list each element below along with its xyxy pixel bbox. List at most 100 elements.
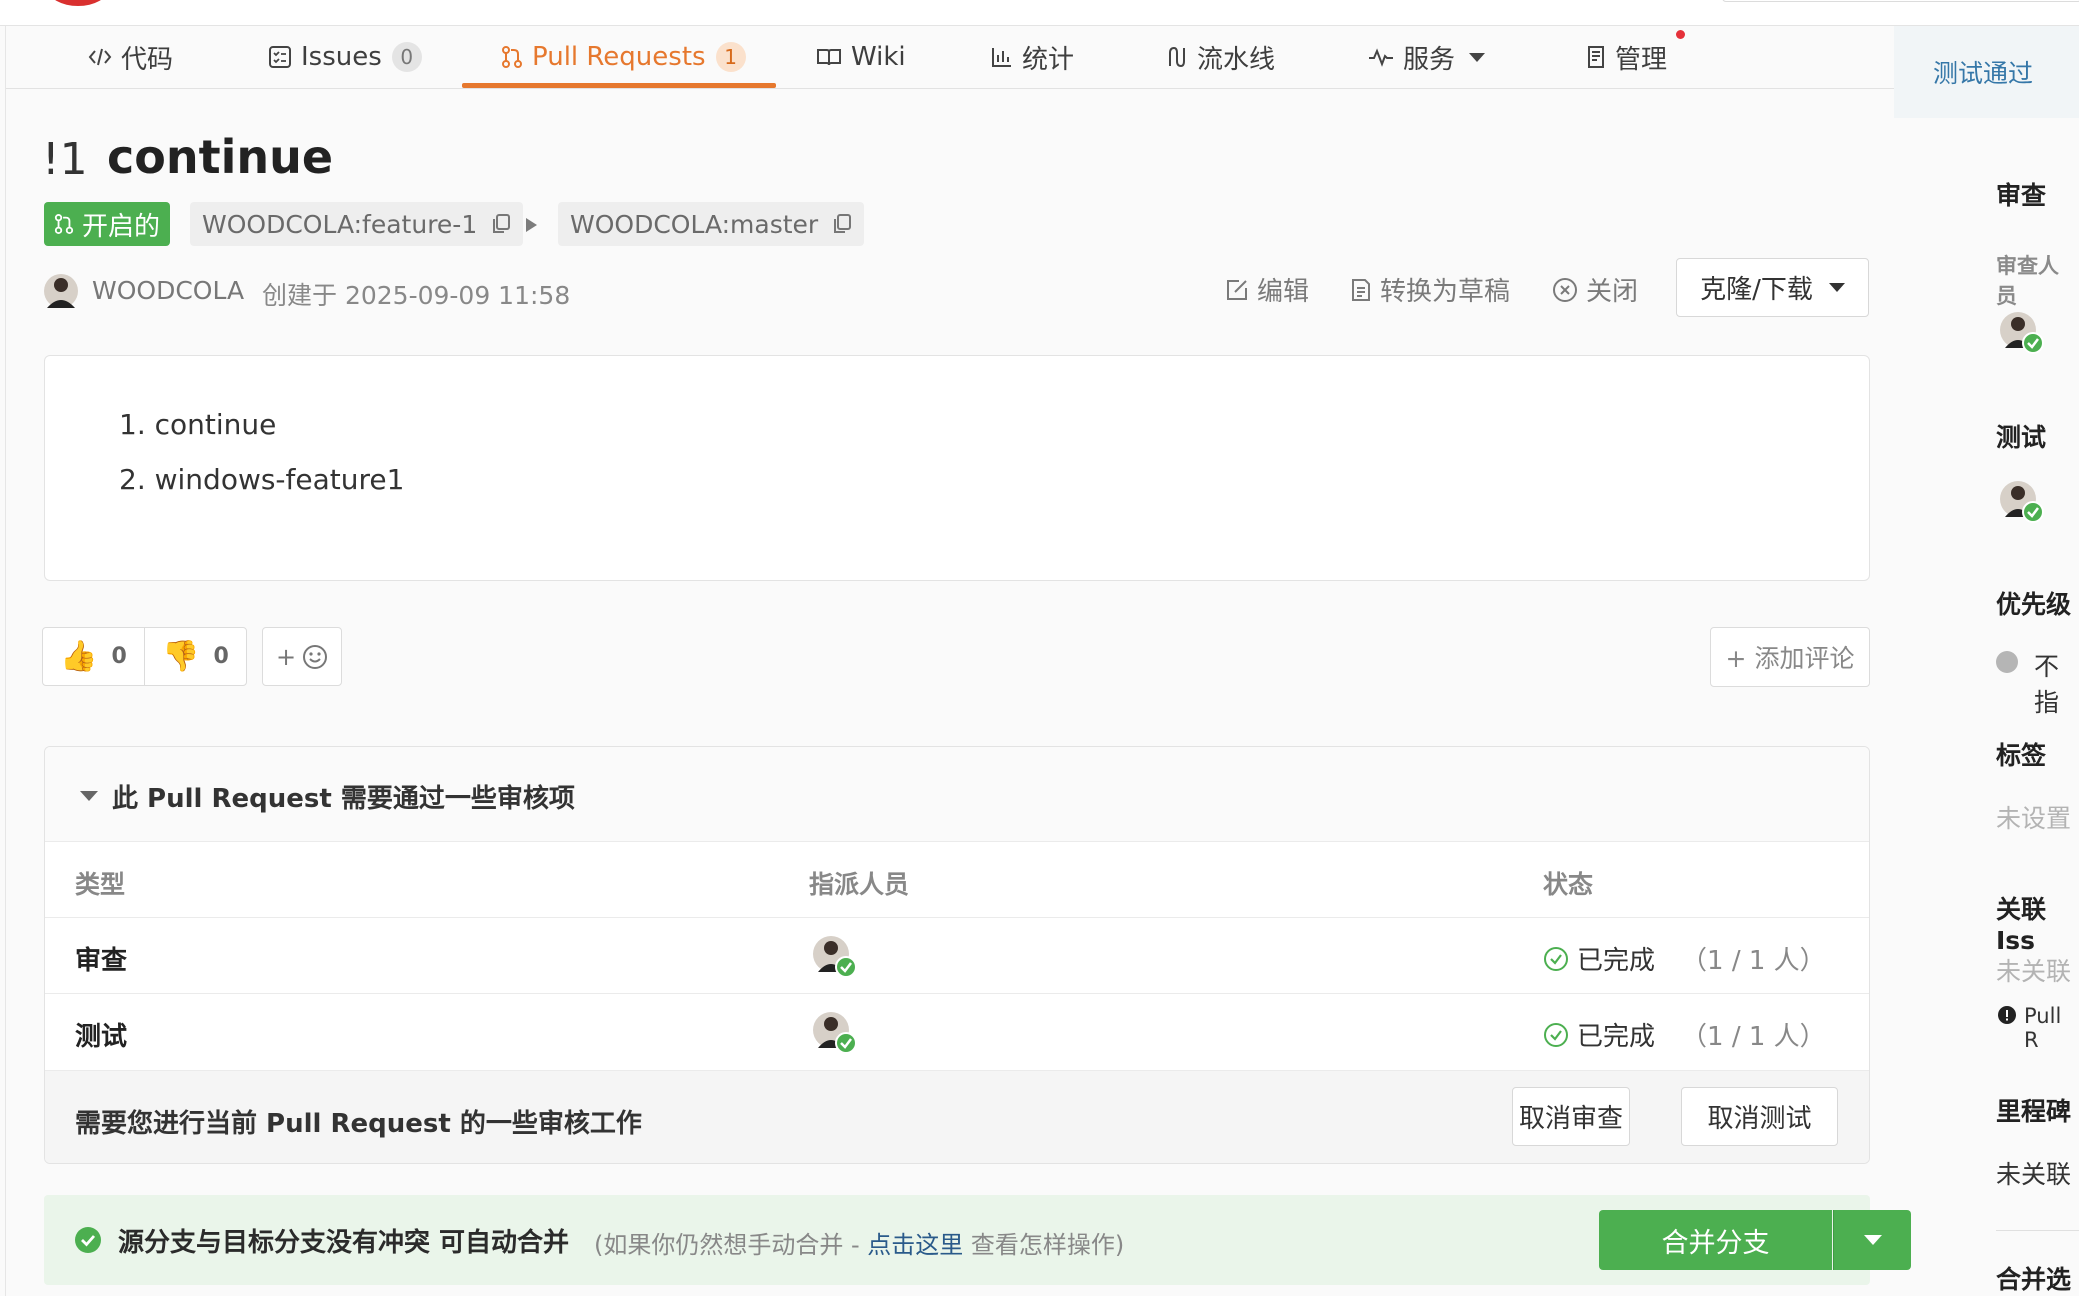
sidebar-review-heading: 审查	[1996, 181, 2047, 210]
status-count: （1 / 1 人）	[1681, 946, 1826, 976]
sidebar-issues-heading: 关联 Iss	[1996, 895, 2047, 955]
thumbs-up-button[interactable]: 👍 0	[43, 628, 144, 685]
column-header-status: 状态	[1543, 870, 1594, 899]
sidebar-issues-note: Pull R	[2024, 1004, 2062, 1052]
tab-label: 统计	[1022, 44, 1075, 75]
active-tab-indicator	[462, 83, 776, 88]
convert-to-draft-button[interactable]: 转换为草稿	[1350, 271, 1510, 308]
book-icon	[816, 47, 842, 67]
tab-label: 管理	[1615, 44, 1668, 75]
manual-merge-link[interactable]: 点击这里	[867, 1231, 963, 1259]
chevron-down-icon	[1828, 283, 1845, 292]
pull-request-icon	[54, 213, 74, 235]
sidebar-labels-value[interactable]: 未设置	[1996, 799, 2071, 835]
smiley-icon	[302, 644, 328, 670]
copy-icon[interactable]	[832, 213, 852, 235]
sidebar-priority-value[interactable]: 不指	[2034, 647, 2079, 719]
sidebar-milestone-value[interactable]: 未关联	[1996, 1155, 2071, 1191]
tab-wiki[interactable]: Wiki	[816, 26, 906, 88]
review-panel-header[interactable]: 此 Pull Request 需要通过一些审核项	[45, 747, 1869, 842]
chevron-down-icon	[1469, 52, 1486, 62]
chevron-down-icon	[1863, 1235, 1882, 1245]
check-circle-icon	[1543, 946, 1569, 972]
tab-label: Pull Requests	[532, 42, 706, 72]
table-row: 审查 已完成 （1 / 1 人）	[45, 917, 1869, 993]
table-row: 测试 已完成 （1 / 1 人）	[45, 993, 1869, 1069]
author-name[interactable]: WOODCOLA	[92, 276, 244, 305]
edit-button[interactable]: 编辑	[1225, 271, 1309, 308]
merge-branch-button[interactable]: 合并分支	[1599, 1210, 1832, 1270]
source-branch[interactable]: WOODCOLA:feature-1	[190, 202, 524, 246]
review-footer: 需要您进行当前 Pull Request 的一些审核工作 取消审查 取消测试	[45, 1070, 1869, 1163]
reviewer-avatar[interactable]	[2000, 310, 2044, 360]
merge-status-bar: 源分支与目标分支没有冲突 可自动合并 (如果你仍然想手动合并 - 点击这里 查看…	[44, 1195, 1911, 1285]
tab-code[interactable]: 代码	[88, 26, 173, 88]
merge-hint: (如果你仍然想手动合并 - 点击这里 查看怎样操作)	[594, 1225, 1124, 1260]
cancel-test-button[interactable]: 取消测试	[1681, 1087, 1838, 1146]
sidebar-status-tag[interactable]: 测试通过	[1933, 54, 2033, 90]
review-status: 已完成 （1 / 1 人）	[1543, 940, 1826, 977]
add-emoji-button[interactable]: +	[262, 627, 342, 686]
search-input[interactable]	[1722, 0, 2079, 2]
sidebar-issues-value[interactable]: 未关联	[1996, 952, 2071, 988]
assignee-avatar[interactable]	[813, 934, 857, 984]
draft-icon	[1350, 278, 1372, 302]
page-title: continue	[107, 130, 334, 184]
tab-label: 代码	[121, 44, 174, 75]
tab-pull-requests[interactable]: Pull Requests 1	[501, 26, 746, 88]
pr-description: 1. continue 2. windows-feature1	[44, 355, 1870, 581]
clone-label: 克隆/下载	[1700, 275, 1813, 305]
target-branch-label: WOODCOLA:master	[570, 209, 819, 239]
source-branch-label: WOODCOLA:feature-1	[202, 209, 478, 239]
review-footer-text: 需要您进行当前 Pull Request 的一些审核工作	[75, 1109, 642, 1139]
review-type: 测试	[75, 1022, 128, 1052]
tab-services[interactable]: 服务	[1368, 26, 1486, 88]
close-label: 关闭	[1586, 277, 1639, 307]
review-checks-panel: 此 Pull Request 需要通过一些审核项 类型 指派人员 状态 审查 已…	[44, 746, 1870, 1164]
copy-icon[interactable]	[491, 213, 511, 235]
status-count: （1 / 1 人）	[1681, 1022, 1826, 1052]
draft-label: 转换为草稿	[1380, 277, 1511, 307]
close-button[interactable]: 关闭	[1552, 271, 1638, 308]
tab-stats[interactable]: 统计	[991, 26, 1074, 88]
created-timestamp: 创建于 2025-09-09 11:58	[262, 281, 571, 310]
sidebar-merge-options-heading: 合并选	[1996, 1265, 2072, 1294]
add-comment-button[interactable]: + 添加评论	[1710, 627, 1870, 687]
hint-suffix: 查看怎样操作)	[963, 1231, 1125, 1259]
tab-issues[interactable]: Issues 0	[268, 26, 422, 88]
tab-label: Wiki	[851, 42, 906, 72]
review-type: 审查	[75, 946, 128, 976]
review-panel-title: 此 Pull Request 需要通过一些审核项	[112, 784, 575, 814]
assignee-avatar[interactable]	[813, 1010, 857, 1060]
tab-label: Issues	[301, 42, 382, 72]
divider	[5, 26, 6, 1296]
bar-chart-icon	[991, 46, 1013, 68]
clone-download-button[interactable]: 克隆/下载	[1676, 258, 1869, 317]
check-circle-filled-icon	[74, 1226, 102, 1258]
description-item: 2. windows-feature1	[119, 463, 405, 496]
status-text: 已完成	[1577, 946, 1656, 976]
priority-dot-icon	[1996, 651, 2018, 673]
author-avatar[interactable]	[44, 272, 78, 314]
thumbs-down-button[interactable]: 👎 0	[144, 628, 246, 685]
close-icon	[1552, 277, 1578, 303]
tester-avatar[interactable]	[2000, 479, 2044, 529]
sidebar-priority-heading: 优先级	[1996, 590, 2072, 619]
reaction-group: 👍 0 👎 0	[42, 627, 247, 686]
target-branch[interactable]: WOODCOLA:master	[558, 202, 865, 246]
pulse-icon	[1368, 47, 1394, 67]
thumbs-up-count: 0	[111, 644, 127, 669]
tab-manage[interactable]: 管理	[1586, 26, 1667, 88]
merge-options-dropdown[interactable]	[1833, 1210, 1911, 1270]
sidebar-labels-heading: 标签	[1996, 741, 2047, 770]
edit-icon	[1225, 278, 1249, 302]
status-badge: 开启的	[44, 202, 171, 246]
document-icon	[1586, 45, 1606, 69]
caret-down-icon[interactable]	[80, 791, 98, 801]
issues-count-badge: 0	[391, 42, 422, 72]
tab-pipeline[interactable]: 流水线	[1166, 26, 1275, 88]
description-item: 1. continue	[119, 408, 277, 441]
cancel-review-button[interactable]: 取消审查	[1512, 1087, 1630, 1146]
pr-count-badge: 1	[715, 42, 746, 72]
repo-nav: 代码 Issues 0 Pull Requests 1 Wiki 统计 流水线 …	[6, 26, 1894, 89]
